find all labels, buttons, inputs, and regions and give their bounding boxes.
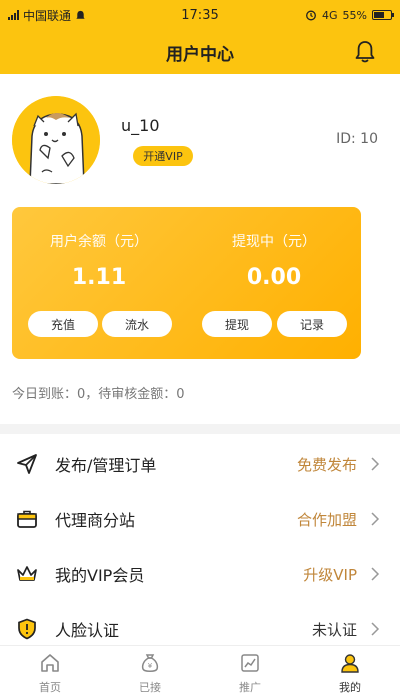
chevron-right-icon: [371, 457, 380, 471]
briefcase-icon: [17, 510, 37, 528]
bottom-tab-bar: 首页 ¥ 已接 推广 我的: [0, 645, 400, 700]
tab-label: 我的: [339, 681, 361, 694]
transactions-button[interactable]: 流水: [102, 311, 172, 337]
money-bag-icon: ¥: [141, 654, 159, 672]
battery-label: 55%: [342, 8, 367, 22]
menu-label: 代理商分站: [55, 511, 136, 530]
balance-card: 用户余额（元） 1.11 充值 流水 提现中（元） 0.00 提现 记录: [12, 207, 361, 359]
user-icon: [341, 654, 359, 673]
user-id: ID: 10: [336, 131, 378, 147]
menu-value: 免费发布: [296, 455, 357, 474]
menu-label: 人脸认证: [55, 621, 120, 640]
withdrawing-amount: 0.00: [246, 265, 302, 290]
status-right: 4G 55%: [242, 8, 394, 22]
tab-promote[interactable]: 推广: [200, 646, 300, 700]
tab-accepted[interactable]: ¥ 已接: [100, 646, 200, 700]
balance-amount: 1.11: [71, 265, 127, 290]
notification-icon: [76, 10, 85, 19]
status-bar: 中国联通 17:35 4G 55%: [0, 0, 400, 30]
alarm-icon: [306, 10, 316, 21]
menu-value: 未认证: [311, 620, 357, 639]
withdraw-button[interactable]: 提现: [202, 311, 272, 337]
svg-text:¥: ¥: [148, 662, 153, 670]
chevron-right-icon: [371, 622, 380, 636]
crown-icon: [17, 566, 37, 581]
home-icon: [41, 654, 59, 672]
recharge-button[interactable]: 充值: [28, 311, 98, 337]
withdrawing-label: 提现中（元）: [232, 234, 316, 250]
menu-item-agent[interactable]: 代理商分站 合作加盟: [0, 492, 400, 546]
chevron-right-icon: [371, 512, 380, 526]
network-label: 4G: [322, 8, 338, 22]
menu-value: 升级VIP: [303, 565, 357, 584]
withdrawing-section: 提现中（元） 0.00 提现 记录: [187, 207, 361, 359]
tab-label: 推广: [239, 681, 261, 694]
chart-icon: [241, 654, 259, 672]
clock: 17:35: [181, 7, 219, 23]
tab-mine[interactable]: 我的: [300, 646, 400, 700]
section-divider: [0, 424, 400, 434]
today-summary: 今日到账：0，待审核金额：0: [12, 387, 185, 402]
tab-label: 首页: [39, 681, 61, 694]
menu-item-orders[interactable]: 发布/管理订单 免费发布: [0, 437, 400, 491]
cat-avatar-icon: [12, 96, 100, 184]
page-title: 用户中心: [166, 44, 234, 65]
menu-label: 发布/管理订单: [55, 456, 157, 475]
tab-home[interactable]: 首页: [0, 646, 100, 700]
send-icon: [17, 454, 37, 474]
username: u_10: [121, 116, 160, 135]
bell-icon[interactable]: [352, 39, 378, 65]
carrier-label: 中国联通: [23, 8, 72, 23]
chevron-right-icon: [371, 567, 380, 581]
menu-item-vip[interactable]: 我的VIP会员 升级VIP: [0, 547, 400, 601]
records-button[interactable]: 记录: [277, 311, 347, 337]
balance-label: 用户余额（元）: [50, 234, 148, 250]
menu-label: 我的VIP会员: [55, 566, 145, 585]
tab-label: 已接: [139, 681, 161, 694]
status-left: 中国联通: [8, 7, 158, 24]
open-vip-button[interactable]: 开通VIP: [133, 146, 193, 166]
signal-icon: [8, 10, 19, 20]
header: 用户中心: [0, 30, 400, 74]
battery-icon: [372, 10, 394, 20]
menu-value: 合作加盟: [296, 510, 357, 529]
avatar[interactable]: [12, 96, 100, 184]
shield-icon: [18, 618, 36, 640]
balance-section: 用户余额（元） 1.11 充值 流水: [12, 207, 186, 359]
